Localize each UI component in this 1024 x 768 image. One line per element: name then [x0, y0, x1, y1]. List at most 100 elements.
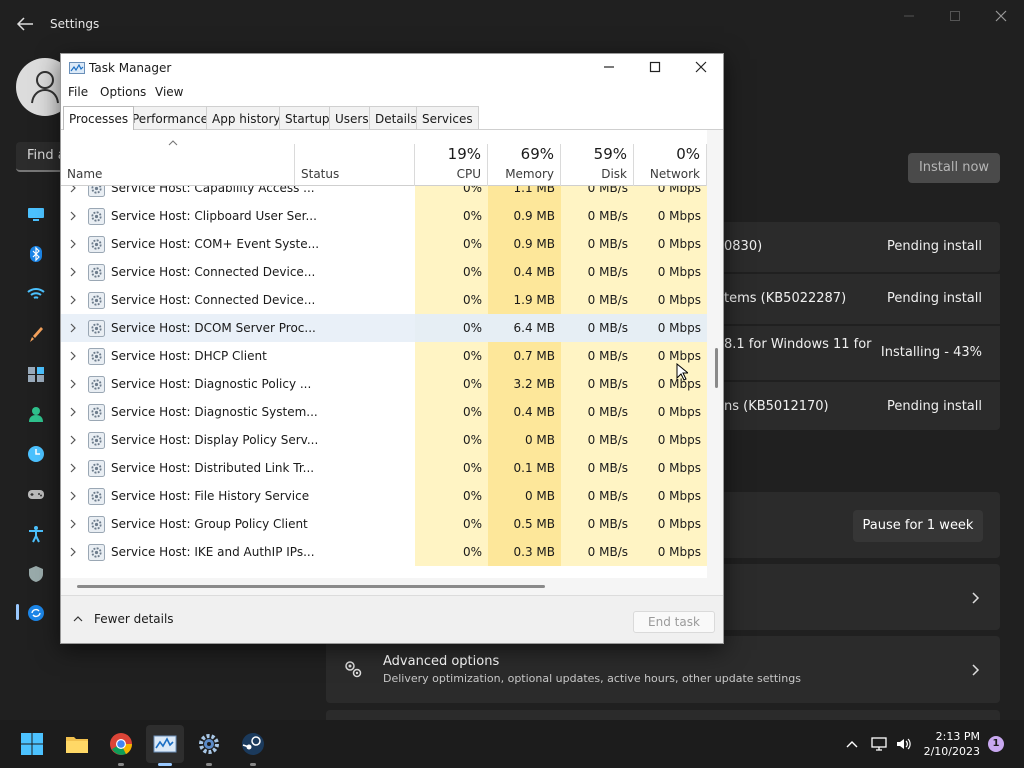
table-row[interactable]: Service Host: Connected Device... 0% 0.4 M… — [61, 258, 707, 286]
minimize-icon[interactable] — [902, 9, 916, 23]
expand-chevron-icon[interactable] — [69, 323, 77, 333]
gaming-icon[interactable] — [27, 485, 45, 503]
tab-services[interactable]: Services — [416, 106, 479, 130]
personalization-icon[interactable] — [27, 325, 45, 343]
taskbar-clock[interactable]: 2:13 PM 2/10/2023 — [916, 729, 980, 759]
start-button[interactable] — [13, 725, 51, 763]
table-row[interactable]: Service Host: Diagnostic Policy ... 0% 3.2… — [61, 370, 707, 398]
table-row[interactable]: Service Host: Connected Device... 0% 1.9 M… — [61, 286, 707, 314]
expand-chevron-icon[interactable] — [69, 491, 77, 501]
fewer-details-button[interactable]: Fewer details — [94, 612, 174, 626]
expand-chevron-icon[interactable] — [69, 211, 77, 221]
tab-details[interactable]: Details — [369, 106, 423, 130]
table-row[interactable]: Service Host: Diagnostic System... 0% 0.4 … — [61, 398, 707, 426]
privacy-security-icon[interactable] — [27, 565, 45, 583]
maximize-icon[interactable] — [948, 9, 962, 23]
table-row[interactable]: Service Host: COM+ Event Syste... 0% 0.9 M… — [61, 230, 707, 258]
sort-caret-icon[interactable] — [168, 140, 178, 146]
memory-value: 0.7 MB — [513, 349, 555, 363]
taskbar-file-explorer[interactable] — [58, 725, 96, 763]
horizontal-scrollbar[interactable] — [61, 578, 723, 595]
expand-chevron-icon[interactable] — [69, 351, 77, 361]
table-row[interactable]: Service Host: DCOM Server Proc... 0% 6.4 M… — [61, 314, 707, 342]
scrollbar-thumb[interactable] — [715, 348, 718, 388]
process-name: Service Host: Distributed Link Tr... — [111, 461, 315, 475]
accessibility-icon[interactable] — [27, 525, 45, 543]
table-row[interactable]: Service Host: Clipboard User Ser... 0% 0.9… — [61, 202, 707, 230]
expand-chevron-icon[interactable] — [69, 379, 77, 389]
expand-chevron-icon[interactable] — [69, 239, 77, 249]
memory-percent[interactable]: 69% — [488, 145, 554, 163]
taskbar-chrome[interactable] — [102, 725, 140, 766]
chevron-up-icon[interactable] — [73, 616, 83, 622]
expand-chevron-icon[interactable] — [69, 463, 77, 473]
file-explorer-icon — [66, 737, 88, 753]
expand-chevron-icon[interactable] — [69, 407, 77, 417]
column-cpu[interactable]: CPU — [415, 167, 481, 181]
scrollbar-thumb[interactable] — [77, 585, 545, 588]
taskbar-steam[interactable] — [234, 725, 272, 766]
column-memory[interactable]: Memory — [488, 167, 554, 181]
notification-badge[interactable]: 1 — [988, 736, 1004, 752]
install-now-button[interactable]: Install now — [908, 153, 1000, 183]
apps-icon[interactable] — [27, 365, 45, 383]
maximize-icon[interactable] — [648, 60, 662, 74]
service-host-icon — [88, 264, 105, 281]
disk-value: 0 MB/s — [587, 545, 628, 559]
memory-value: 0 MB — [524, 489, 555, 503]
minimize-icon[interactable] — [602, 60, 616, 74]
column-status[interactable]: Status — [301, 167, 339, 181]
close-icon[interactable] — [994, 9, 1008, 23]
tab-performance[interactable]: Performance — [126, 106, 215, 130]
tab-app-history[interactable]: App history — [206, 106, 287, 130]
back-arrow-icon[interactable] — [16, 16, 34, 32]
pause-updates-button[interactable]: Pause for 1 week — [853, 510, 983, 542]
expand-chevron-icon[interactable] — [69, 186, 77, 193]
volume-icon[interactable] — [896, 736, 912, 752]
column-name[interactable]: Name — [67, 167, 102, 181]
table-row[interactable]: Service Host: IKE and AuthIP IPs... 0% 0.3… — [61, 538, 707, 566]
network-percent[interactable]: 0% — [634, 145, 700, 163]
tab-users[interactable]: Users — [329, 106, 375, 130]
cpu-percent[interactable]: 19% — [415, 145, 481, 163]
taskbar-task-manager[interactable] — [146, 725, 184, 766]
table-row[interactable]: Service Host: Group Policy Client 0% 0.5 M… — [61, 510, 707, 538]
table-row[interactable]: Service Host: Distributed Link Tr... 0% 0.… — [61, 454, 707, 482]
taskbar-settings[interactable] — [190, 725, 228, 766]
chevron-up-icon[interactable] — [844, 736, 860, 752]
windows-update-icon[interactable] — [27, 604, 45, 622]
expand-chevron-icon[interactable] — [69, 295, 77, 305]
accounts-icon[interactable] — [27, 405, 45, 423]
end-task-button[interactable]: End task — [633, 611, 715, 633]
expand-chevron-icon[interactable] — [69, 267, 77, 277]
expand-chevron-icon[interactable] — [69, 519, 77, 529]
service-host-icon — [88, 544, 105, 561]
table-row[interactable]: Service Host: Capability Access ... 0% 1.1… — [61, 186, 707, 202]
menu-view[interactable]: View — [155, 85, 183, 99]
table-row[interactable]: Service Host: DHCP Client 0% 0.7 MB 0 MB/s 0… — [61, 342, 707, 370]
expand-chevron-icon[interactable] — [69, 547, 77, 557]
expand-chevron-icon[interactable] — [69, 435, 77, 445]
service-host-icon — [88, 236, 105, 253]
close-icon[interactable] — [694, 60, 708, 74]
tab-startup[interactable]: Startup — [279, 106, 336, 130]
display-icon[interactable] — [871, 736, 887, 752]
network-icon[interactable] — [27, 285, 45, 303]
table-row[interactable]: Service Host: File History Service 0% 0 MB… — [61, 482, 707, 510]
tab-processes[interactable]: Processes — [63, 106, 135, 130]
system-icon[interactable] — [27, 205, 45, 223]
memory-value: 3.2 MB — [513, 377, 555, 391]
disk-percent[interactable]: 59% — [561, 145, 627, 163]
table-row[interactable]: Service Host: Display Policy Serv... 0% 0 … — [61, 426, 707, 454]
vertical-scrollbar[interactable] — [707, 130, 723, 578]
clock-time: 2:13 PM — [935, 730, 980, 743]
menu-options[interactable]: Options — [100, 85, 146, 99]
column-network[interactable]: Network — [634, 167, 700, 181]
bluetooth-icon[interactable] — [27, 245, 45, 263]
update-history-card[interactable] — [724, 564, 1000, 630]
menu-file[interactable]: File — [68, 85, 88, 99]
search-input[interactable]: Find a setting — [16, 142, 66, 172]
column-disk[interactable]: Disk — [561, 167, 627, 181]
time-language-icon[interactable] — [27, 445, 45, 463]
advanced-options-card[interactable]: Advanced options Delivery optimization, … — [326, 636, 1000, 703]
